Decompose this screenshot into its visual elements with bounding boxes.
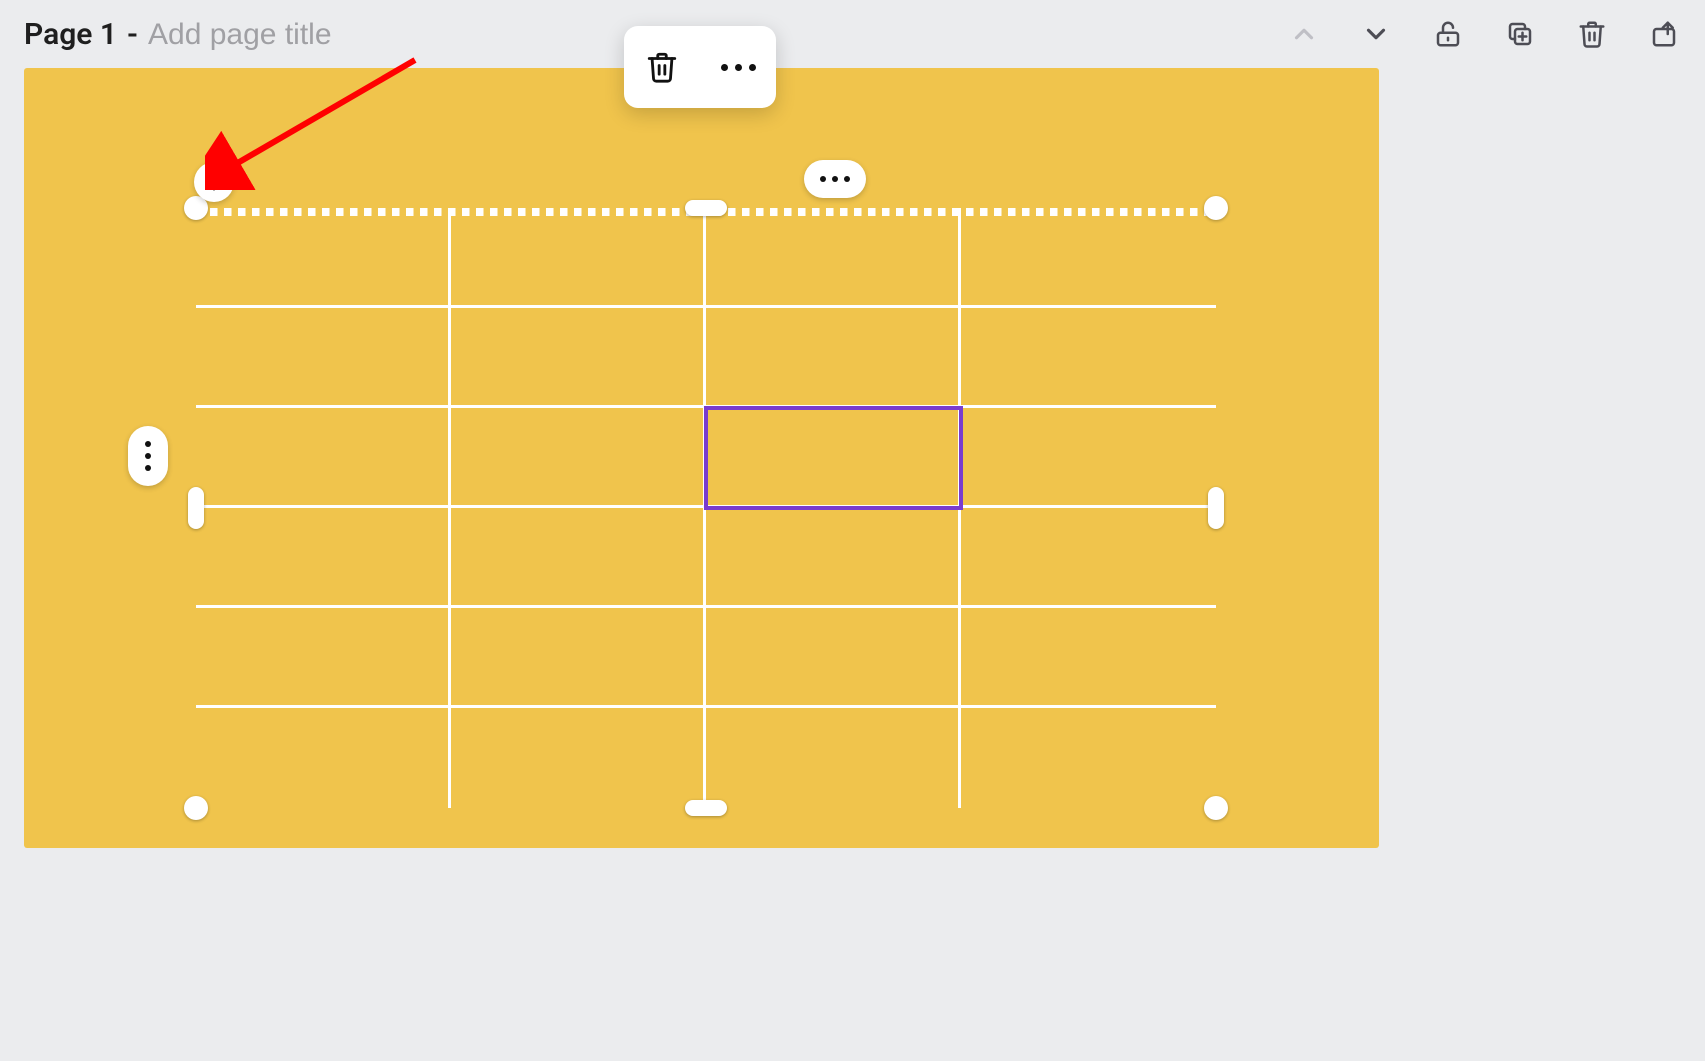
table-cell[interactable] [451, 308, 706, 408]
table-cell[interactable] [196, 308, 451, 408]
table-cell[interactable] [961, 408, 1216, 508]
header-actions [1287, 17, 1681, 51]
resize-handle-top-right[interactable] [1204, 196, 1228, 220]
table-element[interactable] [196, 208, 1216, 808]
more-icon [721, 64, 756, 71]
resize-handle-left[interactable] [188, 487, 204, 529]
table-cell[interactable] [961, 608, 1216, 708]
table-cell[interactable] [961, 308, 1216, 408]
table-cell[interactable] [706, 208, 961, 308]
table-cell[interactable] [961, 508, 1216, 608]
resize-handle-bottom[interactable] [685, 800, 727, 816]
selection-toolbar [624, 26, 776, 108]
chevron-up-icon[interactable] [1287, 17, 1321, 51]
design-canvas[interactable] [24, 68, 1379, 848]
table-cell[interactable] [451, 708, 706, 808]
row-options-button[interactable] [128, 426, 168, 486]
table-cell[interactable] [451, 208, 706, 308]
table-cell[interactable] [706, 508, 961, 608]
trash-icon[interactable] [1575, 17, 1609, 51]
more-options-button[interactable] [714, 43, 762, 91]
chevron-down-icon[interactable] [1359, 17, 1393, 51]
more-icon [145, 441, 151, 471]
resize-handle-bottom-left[interactable] [184, 796, 208, 820]
unlock-icon[interactable] [1431, 17, 1465, 51]
resize-handle-bottom-right[interactable] [1204, 796, 1228, 820]
table-cell[interactable] [196, 408, 451, 508]
resize-handle-right[interactable] [1208, 487, 1224, 529]
share-icon[interactable] [1647, 17, 1681, 51]
table-cell[interactable] [451, 408, 706, 508]
page-label-separator: - [127, 17, 138, 52]
page-label-group: Page 1 - [24, 17, 468, 52]
table-grid [196, 208, 1216, 808]
table-cell-selected[interactable] [706, 408, 961, 508]
table-cell[interactable] [451, 608, 706, 708]
resize-handle-top[interactable] [685, 200, 727, 216]
table-cell[interactable] [196, 208, 451, 308]
duplicate-icon[interactable] [1503, 17, 1537, 51]
table-cell[interactable] [451, 508, 706, 608]
page-header: Page 1 - [0, 0, 1705, 68]
table-cell[interactable] [196, 608, 451, 708]
delete-button[interactable] [638, 43, 686, 91]
table-cell[interactable] [706, 308, 961, 408]
table-cell[interactable] [196, 508, 451, 608]
more-icon [820, 176, 850, 182]
add-button[interactable] [194, 162, 234, 202]
table-cell[interactable] [196, 708, 451, 808]
table-cell[interactable] [706, 608, 961, 708]
page-number-label: Page 1 [24, 17, 117, 52]
page-title-input[interactable] [148, 18, 468, 52]
column-options-button[interactable] [804, 160, 866, 198]
table-cell[interactable] [961, 208, 1216, 308]
table-cell[interactable] [961, 708, 1216, 808]
table-cell[interactable] [706, 708, 961, 808]
